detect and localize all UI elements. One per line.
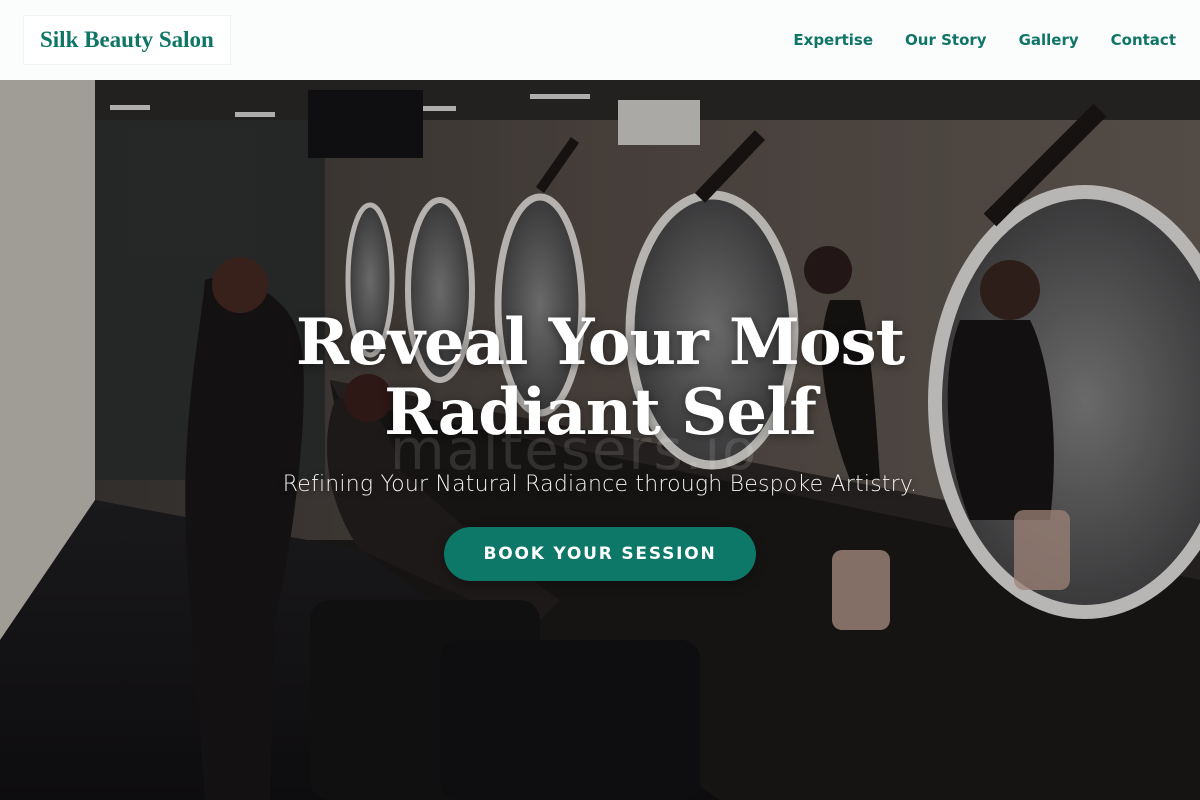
hero-title: Reveal Your Most Radiant Self [295,305,905,450]
site-header: Silk Beauty Salon Expertise Our Story Ga… [0,0,1200,80]
hero-subtitle: Refining Your Natural Radiance through B… [282,472,918,497]
nav-link-contact[interactable]: Contact [1111,31,1176,49]
logo[interactable]: Silk Beauty Salon [24,16,230,64]
hero-section: maltesers.io Reveal Your Most Radiant Se… [0,80,1200,800]
nav-link-expertise[interactable]: Expertise [793,31,873,49]
logo-text[interactable]: Silk Beauty Salon [40,27,214,53]
nav-link-gallery[interactable]: Gallery [1019,31,1079,49]
nav-link-our-story[interactable]: Our Story [905,31,987,49]
book-session-button[interactable]: BOOK YOUR SESSION [444,527,756,581]
main-nav: Expertise Our Story Gallery Contact [793,31,1176,49]
hero-content: Reveal Your Most Radiant Self Refining Y… [0,80,1200,800]
